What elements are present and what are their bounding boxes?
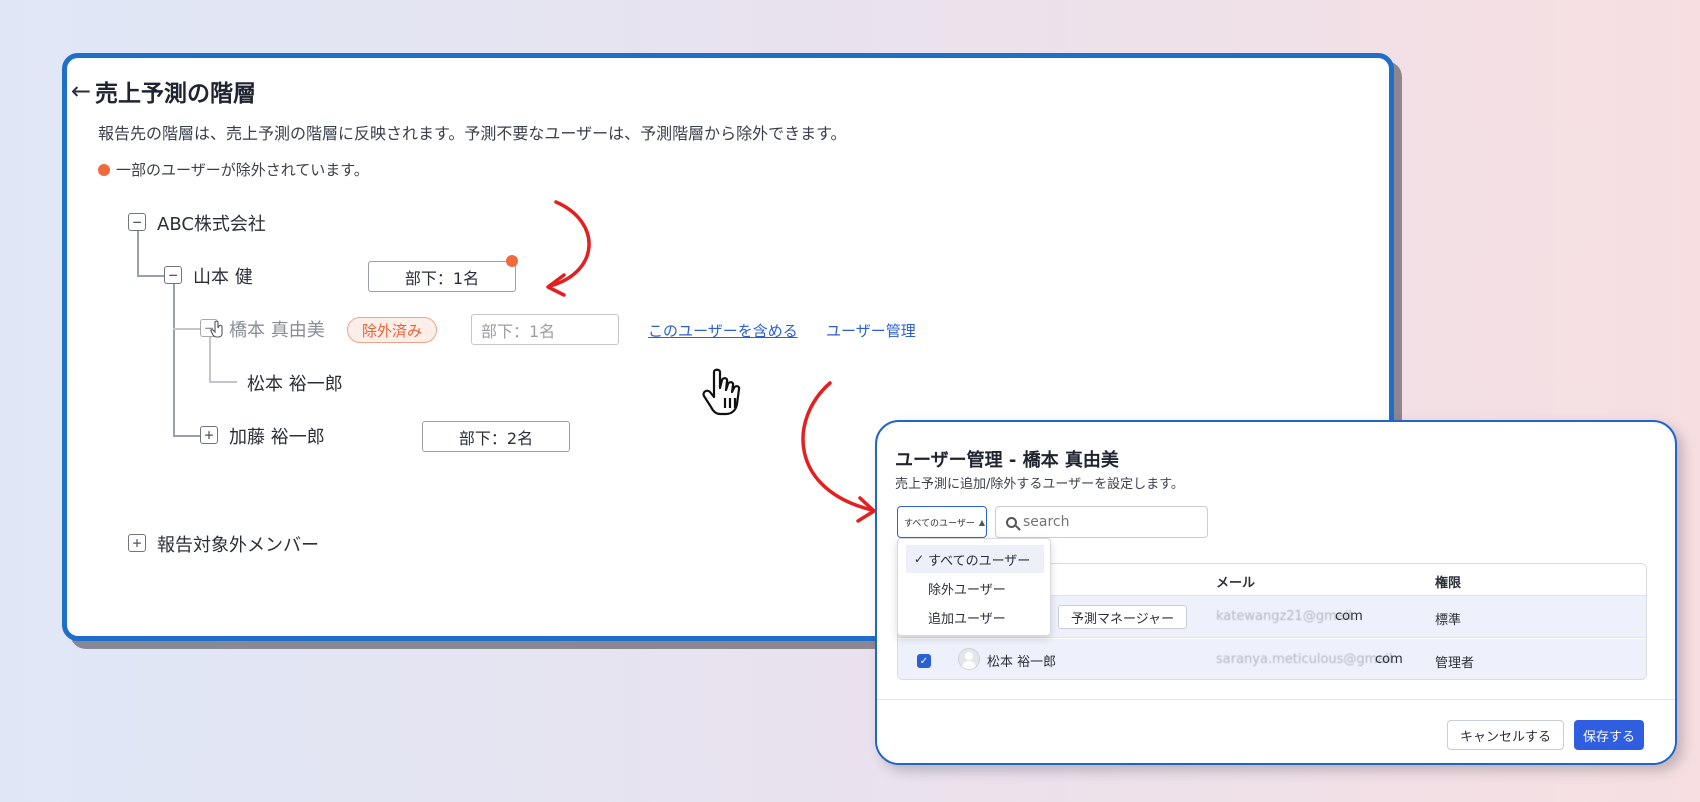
save-button[interactable]: 保存する xyxy=(1574,720,1645,750)
email-domain: com xyxy=(1375,652,1403,667)
search-icon xyxy=(1006,516,1017,528)
permission-cell: 標準 xyxy=(1435,613,1462,628)
user-filter-select[interactable]: すべてのユーザー ▲ xyxy=(897,506,987,538)
avatar xyxy=(958,648,980,670)
red-arrow-2 xyxy=(801,381,874,512)
email-domain: com xyxy=(1335,609,1363,624)
screenshot-frame: ← 売上予測の階層 報告先の階層は、売上予測の階層に反映されます。予測不要なユー… xyxy=(0,0,1700,802)
caret-up-icon: ▲ xyxy=(978,517,985,527)
email-local-part: saranya.meticulous@gmail. xyxy=(1216,652,1397,667)
small-pointer-icon xyxy=(210,320,223,338)
dropdown-option-added-users[interactable]: 追加ユーザー xyxy=(906,603,1044,631)
search-input[interactable] xyxy=(1023,514,1193,530)
filter-dropdown-menu: ✓ すべてのユーザー 除外ユーザー 追加ユーザー xyxy=(897,538,1051,636)
option-label: 追加ユーザー xyxy=(928,611,1006,627)
dialog-title: ユーザー管理 - 橋本 真由美 xyxy=(895,450,1119,471)
role-tag: 予測マネージャー xyxy=(1058,605,1188,629)
user-name-cell: 松本 裕一郎 xyxy=(987,655,1057,670)
user-management-dialog: ユーザー管理 - 橋本 真由美 売上予測に追加/除外するユーザーを設定します。 … xyxy=(875,420,1677,765)
search-box[interactable] xyxy=(995,506,1208,538)
permission-cell: 管理者 xyxy=(1435,656,1475,671)
row-checkbox[interactable]: ✓ xyxy=(917,654,931,668)
dropdown-option-excluded-users[interactable]: 除外ユーザー xyxy=(906,574,1044,602)
red-arrow-1 xyxy=(548,200,591,288)
filter-selected-value: すべてのユーザー xyxy=(904,518,975,529)
table-row[interactable]: ✓ 松本 裕一郎 saranya.meticulous@gmail. com 管… xyxy=(898,639,1646,679)
dialog-footer: キャンセルする 保存する xyxy=(877,699,1675,763)
checkmark-icon: ✓ xyxy=(914,552,925,566)
option-label: 除外ユーザー xyxy=(928,582,1006,598)
dialog-subtitle: 売上予測に追加/除外するユーザーを設定します。 xyxy=(895,477,1184,492)
column-permission: 権限 xyxy=(1435,576,1462,591)
option-label: すべてのユーザー xyxy=(928,553,1031,569)
column-email: メール xyxy=(1216,576,1256,591)
dropdown-option-all-users[interactable]: ✓ すべてのユーザー xyxy=(906,545,1044,573)
hand-pointer-icon xyxy=(702,368,741,416)
cancel-button[interactable]: キャンセルする xyxy=(1447,720,1565,750)
